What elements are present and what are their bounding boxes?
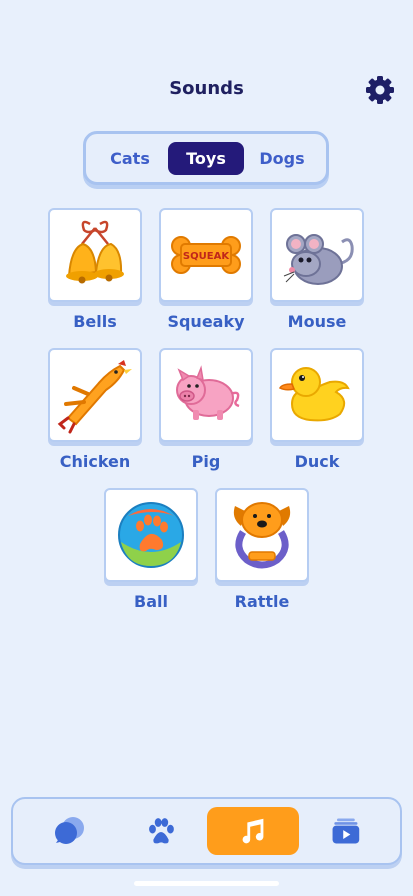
tab-sounds[interactable] <box>207 807 299 855</box>
sound-tile-mouse[interactable] <box>270 208 364 302</box>
rubber-duck-icon <box>278 367 350 422</box>
page-title: Sounds <box>169 78 244 99</box>
sound-tile-rattle[interactable] <box>215 488 309 582</box>
mouse-icon <box>283 234 354 285</box>
tab-toys[interactable]: Toys <box>168 141 244 175</box>
sound-tile-chicken[interactable] <box>48 348 142 442</box>
squeaky-bone-icon: SQUEAK <box>171 236 241 274</box>
sound-label-squeaky: Squeaky <box>167 312 245 331</box>
sound-label-ball: Ball <box>134 592 168 611</box>
sound-tile-squeaky[interactable]: SQUEAK <box>159 208 253 302</box>
dog-rattle-icon <box>233 502 291 569</box>
sound-tile-bells[interactable] <box>48 208 142 302</box>
tab-cats[interactable]: Cats <box>92 142 168 175</box>
sound-label-mouse: Mouse <box>287 312 347 331</box>
pig-icon <box>176 365 240 420</box>
chat-bubbles-icon <box>55 817 84 844</box>
bells-icon <box>66 220 124 284</box>
tab-videos[interactable] <box>299 807 391 855</box>
sound-label-pig: Pig <box>191 452 221 471</box>
paw-icon <box>149 818 174 844</box>
music-note-icon <box>242 818 264 844</box>
paw-ball-icon <box>118 502 184 568</box>
sound-tile-ball[interactable] <box>104 488 198 582</box>
sound-label-bells: Bells <box>73 312 117 331</box>
bottom-tab-bar <box>11 797 402 865</box>
sound-label-duck: Duck <box>294 452 340 471</box>
svg-text:SQUEAK: SQUEAK <box>183 251 230 262</box>
tab-dogs[interactable]: Dogs <box>244 142 320 175</box>
rubber-chicken-icon <box>57 360 132 434</box>
sound-label-chicken: Chicken <box>59 452 131 471</box>
video-library-icon <box>332 818 360 844</box>
sound-tile-duck[interactable] <box>270 348 364 442</box>
gear-icon[interactable] <box>364 74 396 106</box>
tab-animals[interactable] <box>115 807 207 855</box>
category-segmented-control: Cats Toys Dogs <box>83 131 329 185</box>
sound-label-rattle: Rattle <box>234 592 290 611</box>
tab-chat[interactable] <box>23 807 115 855</box>
sound-tile-pig[interactable] <box>159 348 253 442</box>
home-indicator <box>134 881 279 886</box>
